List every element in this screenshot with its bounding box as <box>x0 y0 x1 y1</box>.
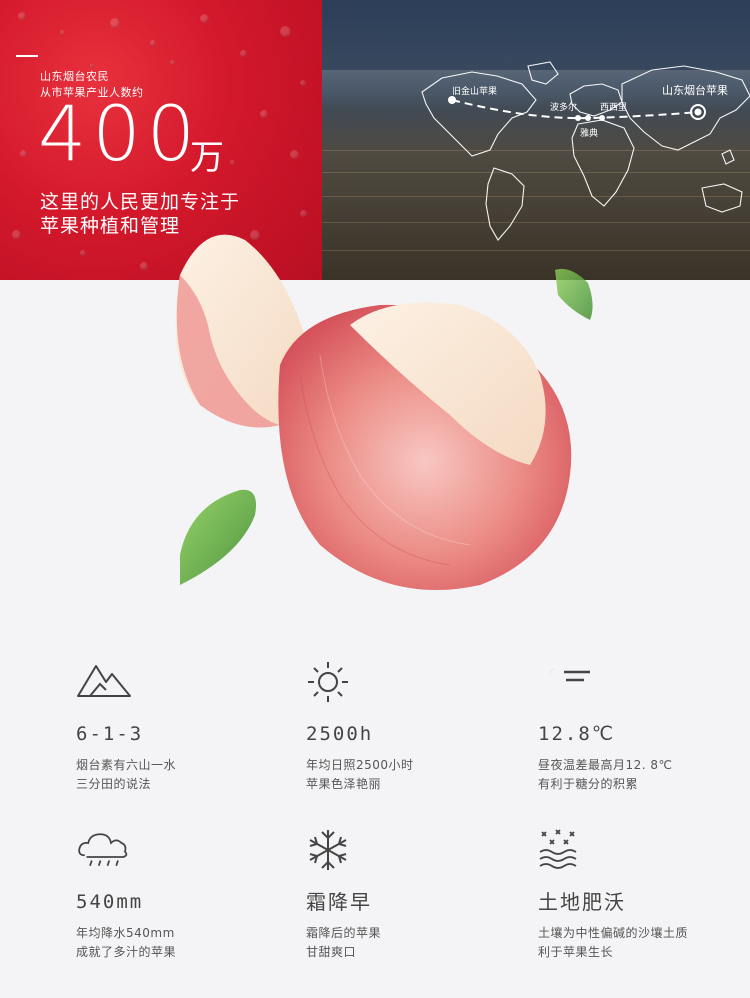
hero-big-number: 400 <box>38 89 202 178</box>
rain-cloud-icon <box>78 833 128 867</box>
feature-desc-line1: 年均日照2500小时 <box>306 758 414 772</box>
feature-soil: 土地肥沃 土壤为中性偏碱的沙壤土质 利于苹果生长 <box>538 828 738 962</box>
feature-value: 2500h <box>306 723 374 745</box>
feature-value: 土地肥沃 <box>538 890 626 914</box>
feature-sun: 2500h 年均日照2500小时 苹果色泽艳丽 <box>306 660 506 794</box>
feature-desc-line2: 三分田的说法 <box>76 777 152 791</box>
feature-rain: 540mm 年均降水540mm 成就了多汁的苹果 <box>76 828 276 962</box>
feature-value: 12.8℃ <box>538 723 616 745</box>
hero-small-line1: 山东烟台农民 <box>40 70 109 83</box>
feature-desc-line2: 成就了多汁的苹果 <box>76 945 177 959</box>
feature-desc-line2: 甘甜爽口 <box>306 945 357 959</box>
feature-desc-line1: 霜降后的苹果 <box>306 926 382 940</box>
feature-desc-line2: 苹果色泽艳丽 <box>306 777 382 791</box>
soil-icon <box>539 829 577 869</box>
feature-frost: 霜降早 霜降后的苹果 甘甜爽口 <box>306 828 506 962</box>
moon-sun-icon <box>547 666 590 698</box>
feature-desc-line1: 昼夜温差最高月12. 8℃ <box>538 758 673 772</box>
hero-big-unit: 万 <box>190 138 224 178</box>
feature-desc: 土壤为中性偏碱的沙壤土质 利于苹果生长 <box>538 924 738 962</box>
feature-desc: 昼夜温差最高月12. 8℃ 有利于糖分的积累 <box>538 756 738 794</box>
map-label-athens: 雅典 <box>580 129 599 139</box>
map-label-yantai: 山东烟台苹果 <box>662 84 728 97</box>
map-label-sicily: 西西里 <box>600 103 628 113</box>
feature-mountain: 6-1-3 烟台素有六山一水 三分田的说法 <box>76 660 276 794</box>
feature-desc-line1: 烟台素有六山一水 <box>76 758 177 772</box>
feature-value: 540mm <box>76 891 144 913</box>
sun-icon <box>308 662 348 702</box>
snowflake-icon <box>309 830 347 870</box>
apple-illustration <box>175 234 593 590</box>
feature-desc: 年均降水540mm 成就了多汁的苹果 <box>76 924 276 962</box>
feature-desc: 烟台素有六山一水 三分田的说法 <box>76 756 276 794</box>
map-label-san-francisco: 旧金山苹果 <box>452 87 498 97</box>
map-label-boston: 波多尔 <box>550 103 578 113</box>
mountain-icon <box>77 665 131 697</box>
hero-desc-line1: 这里的人民更加专注于 <box>40 191 241 213</box>
feature-desc: 霜降后的苹果 甘甜爽口 <box>306 924 506 962</box>
feature-value: 6-1-3 <box>76 723 144 745</box>
feature-desc: 年均日照2500小时 苹果色泽艳丽 <box>306 756 506 794</box>
feature-desc-line1: 土壤为中性偏碱的沙壤土质 <box>538 926 689 940</box>
feature-desc-line2: 利于苹果生长 <box>538 945 614 959</box>
accent-dash <box>16 55 38 57</box>
feature-desc-line1: 年均降水540mm <box>76 926 175 940</box>
feature-temperature: 12.8℃ 昼夜温差最高月12. 8℃ 有利于糖分的积累 <box>538 660 738 794</box>
feature-value: 霜降早 <box>306 890 372 914</box>
feature-desc-line2: 有利于糖分的积累 <box>538 777 639 791</box>
